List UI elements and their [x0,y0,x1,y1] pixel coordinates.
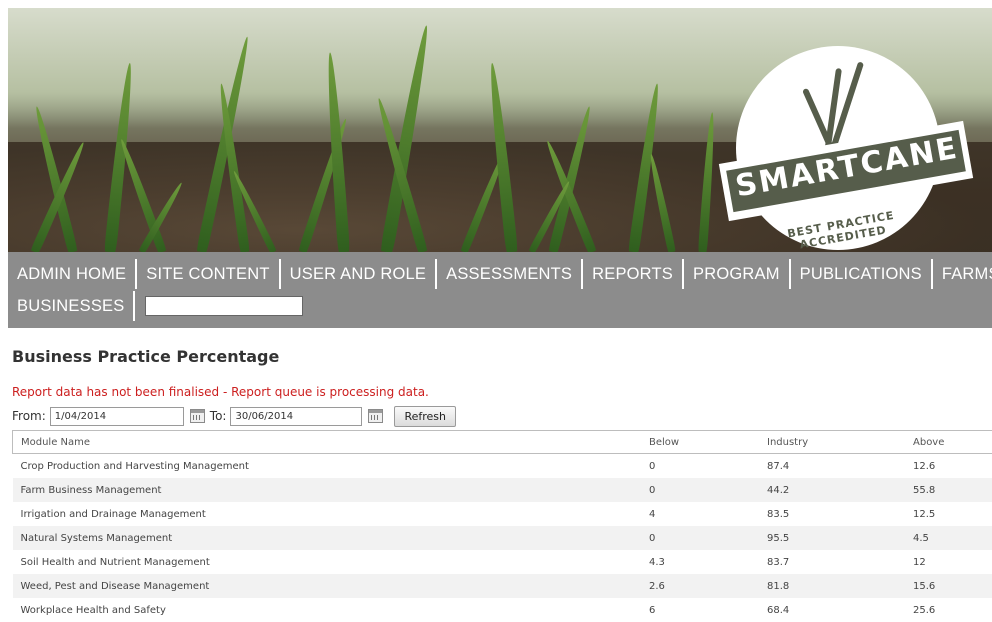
table-row: Weed, Pest and Disease Management 2.6 81… [13,574,992,598]
cell-module-name: Soil Health and Nutrient Management [13,550,642,574]
from-date-input[interactable] [50,407,184,426]
refresh-button[interactable]: Refresh [394,406,456,427]
cell-module-name: Crop Production and Harvesting Managemen… [13,454,642,479]
cell-below: 0 [641,454,759,479]
cell-above: 4.5 [905,526,992,550]
column-header-module-name[interactable]: Module Name [13,431,642,454]
cell-industry: 83.7 [759,550,905,574]
cell-above: 12.5 [905,502,992,526]
date-filter-bar: From: To: Refresh [12,405,456,427]
business-practice-table: Module Name Below Industry Above Crop Pr… [12,430,992,622]
cell-above: 55.8 [905,478,992,502]
cell-module-name: Natural Systems Management [13,526,642,550]
table-row: Crop Production and Harvesting Managemen… [13,454,992,479]
report-status-notice: Report data has not been finalised - Rep… [12,385,429,399]
cell-above: 12.6 [905,454,992,479]
cell-module-name: Weed, Pest and Disease Management [13,574,642,598]
to-label: To: [210,409,227,423]
nav-search-input[interactable] [145,296,303,316]
nav-item-program[interactable]: PROGRAM [684,259,791,289]
table-row: Irrigation and Drainage Management 4 83.… [13,502,992,526]
nav-item-farms[interactable]: FARMS [933,259,992,289]
table-row: Workplace Health and Safety 6 68.4 25.6 [13,598,992,622]
top-strip [0,0,992,8]
cell-above: 12 [905,550,992,574]
column-header-above[interactable]: Above [905,431,992,454]
cell-module-name: Farm Business Management [13,478,642,502]
cell-below: 4.3 [641,550,759,574]
cell-industry: 81.8 [759,574,905,598]
cell-industry: 68.4 [759,598,905,622]
cell-industry: 95.5 [759,526,905,550]
cell-module-name: Irrigation and Drainage Management [13,502,642,526]
cell-above: 25.6 [905,598,992,622]
nav-item-reports[interactable]: REPORTS [583,259,684,289]
page-title: Business Practice Percentage [12,347,279,366]
nav-item-user-and-role[interactable]: USER AND ROLE [281,259,437,289]
cell-below: 4 [641,502,759,526]
cell-module-name: Workplace Health and Safety [13,598,642,622]
cell-below: 0 [641,526,759,550]
nav-item-assessments[interactable]: ASSESSMENTS [437,259,583,289]
cell-below: 0 [641,478,759,502]
to-date-input[interactable] [230,407,362,426]
from-label: From: [12,409,46,423]
cell-below: 2.6 [641,574,759,598]
cell-industry: 44.2 [759,478,905,502]
nav-item-publications[interactable]: PUBLICATIONS [791,259,933,289]
nav-row-secondary: BUSINESSES [8,291,303,321]
calendar-icon[interactable] [368,409,383,423]
table-row: Soil Health and Nutrient Management 4.3 … [13,550,992,574]
cell-below: 6 [641,598,759,622]
nav-item-site-content[interactable]: SITE CONTENT [137,259,280,289]
table-header-row: Module Name Below Industry Above [13,431,992,454]
cell-industry: 87.4 [759,454,905,479]
nav-item-businesses[interactable]: BUSINESSES [8,291,135,321]
column-header-industry[interactable]: Industry [759,431,905,454]
cell-above: 15.6 [905,574,992,598]
cell-industry: 83.5 [759,502,905,526]
main-navigation: ADMIN HOME SITE CONTENT USER AND ROLE AS… [8,252,992,328]
column-header-below[interactable]: Below [641,431,759,454]
table-row: Natural Systems Management 0 95.5 4.5 [13,526,992,550]
nav-row-primary: ADMIN HOME SITE CONTENT USER AND ROLE AS… [8,259,992,289]
table-row: Farm Business Management 0 44.2 55.8 [13,478,992,502]
header-banner: SMARTCANE BEST PRACTICE ACCREDITED [8,8,992,252]
smartcane-logo: SMARTCANE BEST PRACTICE ACCREDITED [722,46,970,252]
calendar-icon[interactable] [190,409,205,423]
nav-item-admin-home[interactable]: ADMIN HOME [8,259,137,289]
